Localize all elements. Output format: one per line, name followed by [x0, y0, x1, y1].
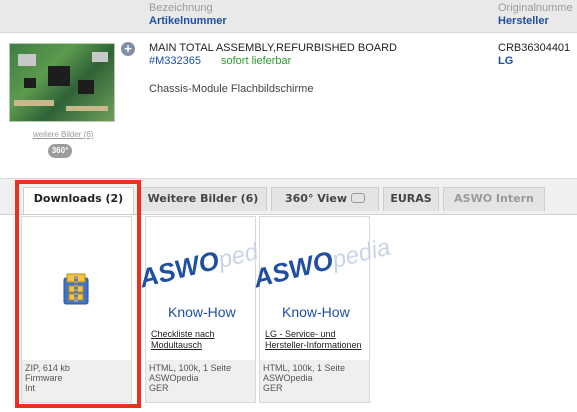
- tab-euras[interactable]: EURAS: [383, 187, 439, 211]
- tab-label: 360° View: [284, 192, 347, 205]
- file-category: Firmware: [25, 373, 63, 383]
- header-original-number-label: Originalnumme: [498, 2, 573, 14]
- tab-downloads[interactable]: Downloads (2): [23, 187, 134, 215]
- file-language: Int: [25, 383, 36, 393]
- document-title-link[interactable]: LG - Service- und Hersteller-Information…: [265, 329, 365, 351]
- tab-360-view[interactable]: 360° View: [271, 187, 379, 211]
- file-language: GER: [263, 383, 283, 393]
- detail-tab-bar: Downloads (2) Weitere Bilder (6) 360° Vi…: [0, 178, 577, 215]
- file-info: HTML, 100k, 1 Seite: [263, 363, 346, 373]
- original-number: CRB36304401: [498, 42, 571, 54]
- know-how-heading: Know-How: [168, 304, 236, 320]
- file-language: GER: [149, 383, 169, 393]
- product-table-header: Bezeichnung Artikelnummer Originalnumme …: [0, 0, 577, 33]
- tab-label: Downloads (2): [33, 192, 124, 205]
- board-connector-strip: [14, 100, 54, 106]
- zoom-icon[interactable]: +: [121, 42, 135, 56]
- availability-status: sofort lieferbar: [221, 55, 292, 67]
- download-card-lg-service-info[interactable]: ASWOpedia Know-How LG - Service- und Her…: [250, 216, 393, 403]
- product-name: MAIN TOTAL ASSEMBLY,REFURBISHED BOARD: [149, 42, 397, 54]
- board-chip: [48, 66, 70, 86]
- board-connector: [18, 54, 36, 66]
- file-info: HTML, 100k, 1 Seite: [149, 363, 232, 373]
- rotate-360-icon: [351, 193, 365, 203]
- download-card-meta: HTML, 100k, 1 Seite ASWOpedia GER: [146, 360, 255, 402]
- board-chip: [24, 78, 36, 88]
- download-card-checklist[interactable]: ASWOpedia Know-How Checkliste nach Modul…: [136, 216, 279, 403]
- file-category: ASWOpedia: [263, 373, 313, 383]
- zip-archive-icon: [63, 273, 89, 305]
- download-card-firmware[interactable]: ZIP, 614 kb Firmware Int: [21, 216, 132, 403]
- manufacturer-name[interactable]: LG: [498, 55, 513, 67]
- header-designation-label: Bezeichnung: [149, 2, 213, 14]
- tab-more-images[interactable]: Weitere Bilder (6): [139, 187, 267, 211]
- board-chip: [78, 80, 94, 94]
- product-category: Chassis-Module Flachbildschirme: [149, 83, 314, 95]
- header-original-number-column: Originalnumme Hersteller: [498, 2, 573, 28]
- tab-aswo-intern[interactable]: ASWO Intern: [443, 187, 545, 211]
- tab-label: ASWO Intern: [454, 192, 534, 205]
- document-title-link[interactable]: Checkliste nach Modultausch: [151, 329, 251, 351]
- view-360-icon[interactable]: 360°: [48, 144, 72, 158]
- file-category: ASWOpedia: [149, 373, 199, 383]
- board-connector: [92, 52, 108, 62]
- board-connector-strip: [66, 106, 108, 111]
- header-manufacturer-label[interactable]: Hersteller: [498, 15, 573, 28]
- download-card-meta: HTML, 100k, 1 Seite ASWOpedia GER: [260, 360, 369, 402]
- file-info: ZIP, 614 kb: [25, 363, 70, 373]
- product-thumbnail[interactable]: [9, 43, 115, 122]
- header-article-number-label[interactable]: Artikelnummer: [149, 15, 227, 28]
- tab-label: EURAS: [390, 192, 432, 205]
- article-number[interactable]: #M332365: [149, 55, 201, 67]
- more-images-link[interactable]: weitere Bilder (6): [33, 130, 93, 139]
- download-card-meta: ZIP, 614 kb Firmware Int: [22, 360, 131, 402]
- tab-label: Weitere Bilder (6): [147, 192, 259, 205]
- header-designation-column: Bezeichnung Artikelnummer: [149, 2, 227, 28]
- know-how-heading: Know-How: [282, 304, 350, 320]
